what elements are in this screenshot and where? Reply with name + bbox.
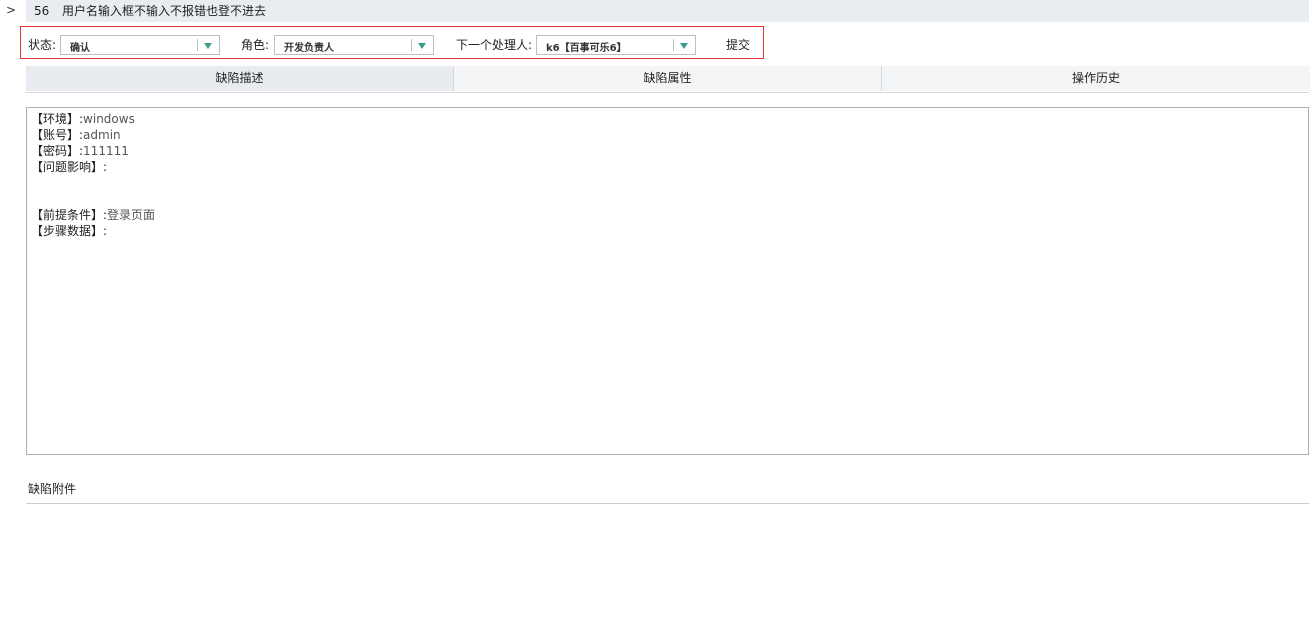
issue-title: 用户名输入框不输入不报错也登不进去 — [62, 4, 267, 18]
desc-line: 【步骤数据】: — [31, 223, 1304, 239]
collapse-caret-icon[interactable]: > — [6, 3, 16, 17]
desc-key: 【步骤数据】: — [31, 224, 108, 238]
chevron-down-icon[interactable] — [680, 43, 688, 49]
next-handler-label: 下一个处理人: — [456, 38, 533, 52]
desc-line: 【前提条件】:登录页面 — [31, 207, 1304, 223]
issue-id: 56 — [34, 4, 50, 18]
desc-key: 【环境】: — [31, 112, 84, 126]
defect-tabs: 缺陷描述 缺陷属性 操作历史 — [26, 66, 1310, 93]
tab-history[interactable]: 操作历史 — [881, 66, 1310, 91]
desc-key: 【账号】: — [31, 128, 84, 142]
desc-value: windows — [83, 112, 135, 126]
status-select[interactable]: 确认 — [60, 35, 220, 55]
issue-title-bar: 56 用户名输入框不输入不报错也登不进去 — [26, 0, 1309, 22]
select-divider — [673, 39, 674, 51]
next-handler-select[interactable]: k6【百事可乐6】 — [536, 35, 696, 55]
desc-value: admin — [83, 128, 121, 142]
attachments-divider — [26, 503, 1309, 504]
desc-line — [31, 175, 1304, 191]
workflow-toolbar: 状态: 确认 角色: 开发负责人 下一个处理人: k6【百事可乐6】 提交 — [20, 26, 764, 59]
attachments-title: 缺陷附件 — [28, 482, 77, 496]
next-handler-select-value: k6【百事可乐6】 — [546, 43, 627, 54]
desc-key: 【前提条件】: — [31, 208, 108, 222]
desc-value: 111111 — [83, 144, 129, 158]
select-divider — [197, 39, 198, 51]
desc-line — [31, 191, 1304, 207]
role-select[interactable]: 开发负责人 — [274, 35, 434, 55]
tab-description[interactable]: 缺陷描述 — [26, 66, 453, 91]
desc-key: 【问题影响】: — [31, 160, 108, 174]
desc-line: 【账号】:admin — [31, 127, 1304, 143]
desc-value: 登录页面 — [107, 208, 156, 222]
status-label: 状态: — [28, 38, 57, 52]
role-select-value: 开发负责人 — [284, 43, 334, 54]
chevron-down-icon[interactable] — [204, 43, 212, 49]
status-select-value: 确认 — [70, 43, 90, 54]
role-label: 角色: — [241, 38, 270, 52]
select-divider — [411, 39, 412, 51]
chevron-down-icon[interactable] — [418, 43, 426, 49]
tab-properties[interactable]: 缺陷属性 — [453, 66, 881, 91]
defect-detail-page: > 56 用户名输入框不输入不报错也登不进去 状态: 确认 角色: 开发负责人 … — [0, 0, 1315, 625]
desc-line: 【环境】:windows — [31, 111, 1304, 127]
submit-button[interactable]: 提交 — [726, 36, 750, 53]
desc-key: 【密码】: — [31, 144, 84, 158]
desc-line: 【问题影响】: — [31, 159, 1304, 175]
issue-header: > 56 用户名输入框不输入不报错也登不进去 — [0, 0, 1315, 22]
desc-line: 【密码】:111111 — [31, 143, 1304, 159]
description-editor[interactable]: 【环境】:windows 【账号】:admin 【密码】:111111 【问题影… — [26, 107, 1309, 455]
